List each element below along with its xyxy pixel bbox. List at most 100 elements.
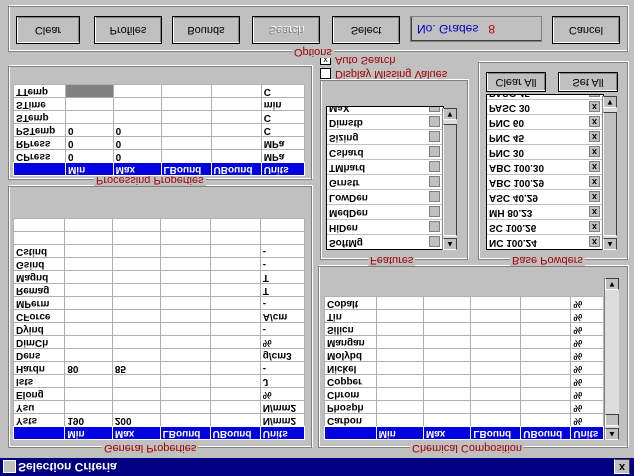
grid-cell[interactable]	[423, 374, 471, 388]
grid-cell[interactable]	[161, 110, 212, 124]
grid-cell[interactable]	[376, 387, 424, 401]
bounds-button[interactable]: Bounds	[172, 16, 240, 44]
grid-cell[interactable]: 200	[112, 413, 161, 427]
grid-cell[interactable]: 0	[65, 123, 114, 137]
grid-cell[interactable]	[423, 309, 471, 323]
grid-cell[interactable]	[160, 270, 211, 284]
grid-cell[interactable]	[210, 387, 261, 401]
list-item[interactable]: Cshard	[327, 144, 443, 159]
grid-cell[interactable]	[210, 283, 261, 297]
grid-cell[interactable]	[112, 257, 161, 271]
select-button[interactable]: Select	[332, 16, 400, 44]
grid-cell[interactable]	[64, 309, 113, 323]
scroll-up-arrow-icon[interactable]: ▼	[603, 96, 617, 108]
close-button[interactable]: x	[614, 459, 630, 474]
grid-cell[interactable]	[112, 335, 161, 349]
item-checkbox[interactable]	[429, 191, 440, 202]
grid-cell[interactable]	[112, 387, 161, 401]
grid-cell[interactable]	[161, 84, 212, 98]
item-checkbox[interactable]	[429, 221, 440, 232]
grid-cell[interactable]	[211, 136, 262, 150]
grid-cell[interactable]	[423, 296, 471, 310]
scroll-thumb[interactable]	[443, 124, 457, 236]
item-checkbox[interactable]	[429, 116, 440, 127]
scroll-down-arrow-icon[interactable]: ▲	[443, 238, 457, 250]
grid-cell[interactable]	[160, 218, 211, 232]
powders-scrollbar[interactable]: ▲ ▼	[602, 96, 617, 250]
list-item[interactable]: Sizing	[327, 129, 443, 144]
item-checkbox[interactable]	[429, 161, 440, 172]
grid-cell[interactable]	[161, 123, 212, 137]
grid-cell[interactable]: 80	[64, 361, 113, 375]
general-properties-grid[interactable]: Min Max LBound UBound Units Ysts 190 200 N/mm2 Ys…	[13, 218, 305, 440]
item-checkbox[interactable]: x	[589, 206, 600, 217]
list-item[interactable]: MedDen	[327, 204, 443, 219]
grid-cell[interactable]	[64, 231, 113, 245]
grid-cell[interactable]	[65, 97, 114, 111]
grid-cell[interactable]	[520, 309, 571, 323]
item-checkbox[interactable]	[429, 176, 440, 187]
grid-cell[interactable]	[376, 348, 424, 362]
list-item[interactable]: ABC 100.30 x	[487, 159, 603, 174]
grid-cell[interactable]	[210, 244, 261, 258]
grid-cell[interactable]	[470, 387, 521, 401]
system-menu-icon[interactable]	[3, 460, 16, 473]
grid-cell[interactable]	[520, 387, 571, 401]
grid-cell[interactable]	[64, 348, 113, 362]
grid-cell[interactable]	[520, 335, 571, 349]
set-all-button[interactable]: Set All	[558, 72, 618, 92]
grid-cell[interactable]	[161, 97, 212, 111]
list-item[interactable]: HiDen	[327, 219, 443, 234]
scroll-down-arrow-icon[interactable]: ▲	[603, 238, 617, 250]
item-checkbox[interactable]: x	[589, 236, 600, 247]
grid-cell[interactable]: 0	[113, 136, 162, 150]
grid-cell[interactable]: 0	[65, 149, 114, 163]
grid-cell[interactable]	[160, 361, 211, 375]
list-item[interactable]: PNC 45 x	[487, 129, 603, 144]
grid-cell[interactable]	[64, 374, 113, 388]
scroll-up-arrow-icon[interactable]: ▼	[605, 278, 619, 290]
grid-cell[interactable]	[520, 413, 571, 427]
item-checkbox[interactable]: x	[589, 94, 600, 97]
grid-cell[interactable]	[376, 309, 424, 323]
list-item[interactable]: SC 100.26 x	[487, 219, 603, 234]
grid-cell[interactable]	[210, 374, 261, 388]
grid-cell[interactable]	[160, 374, 211, 388]
grid-cell[interactable]	[160, 309, 211, 323]
item-checkbox[interactable]	[429, 146, 440, 157]
grid-cell[interactable]	[64, 244, 113, 258]
grid-cell[interactable]	[376, 361, 424, 375]
display-missing-checkbox[interactable]: Display Missing Values	[320, 68, 447, 80]
grid-cell[interactable]	[520, 322, 571, 336]
grid-cell[interactable]	[470, 400, 521, 414]
item-checkbox[interactable]	[429, 131, 440, 142]
grid-cell[interactable]	[210, 257, 261, 271]
scroll-down-arrow-icon[interactable]: ▲	[605, 428, 619, 440]
list-item[interactable]: Grnstr	[327, 174, 443, 189]
grid-cell[interactable]	[160, 413, 211, 427]
list-item[interactable]: PNC 60 x	[487, 114, 603, 129]
list-item[interactable]: ABC 100.29 x	[487, 174, 603, 189]
grid-cell[interactable]: 0	[65, 136, 114, 150]
list-item[interactable]: PASC 45 x	[487, 94, 603, 99]
grid-cell[interactable]	[160, 283, 211, 297]
grid-cell[interactable]	[423, 322, 471, 336]
grid-cell[interactable]	[376, 296, 424, 310]
grid-cell[interactable]	[210, 218, 261, 232]
grid-cell[interactable]	[210, 322, 261, 336]
grid-cell[interactable]	[112, 244, 161, 258]
grid-cell[interactable]	[376, 400, 424, 414]
list-item[interactable]: PASC 30 x	[487, 99, 603, 114]
list-item[interactable]: TMhard	[327, 159, 443, 174]
grid-cell[interactable]	[423, 413, 471, 427]
grid-cell[interactable]	[520, 374, 571, 388]
grid-cell[interactable]	[210, 348, 261, 362]
profiles-button[interactable]: Profiles	[94, 16, 162, 44]
checkbox-box[interactable]	[320, 68, 331, 80]
grid-cell[interactable]	[376, 335, 424, 349]
grid-cell[interactable]: 0	[113, 123, 162, 137]
grid-cell[interactable]	[160, 387, 211, 401]
item-checkbox[interactable]: x	[589, 221, 600, 232]
cancel-button[interactable]: Cancel	[552, 16, 620, 44]
item-checkbox[interactable]: x	[589, 191, 600, 202]
